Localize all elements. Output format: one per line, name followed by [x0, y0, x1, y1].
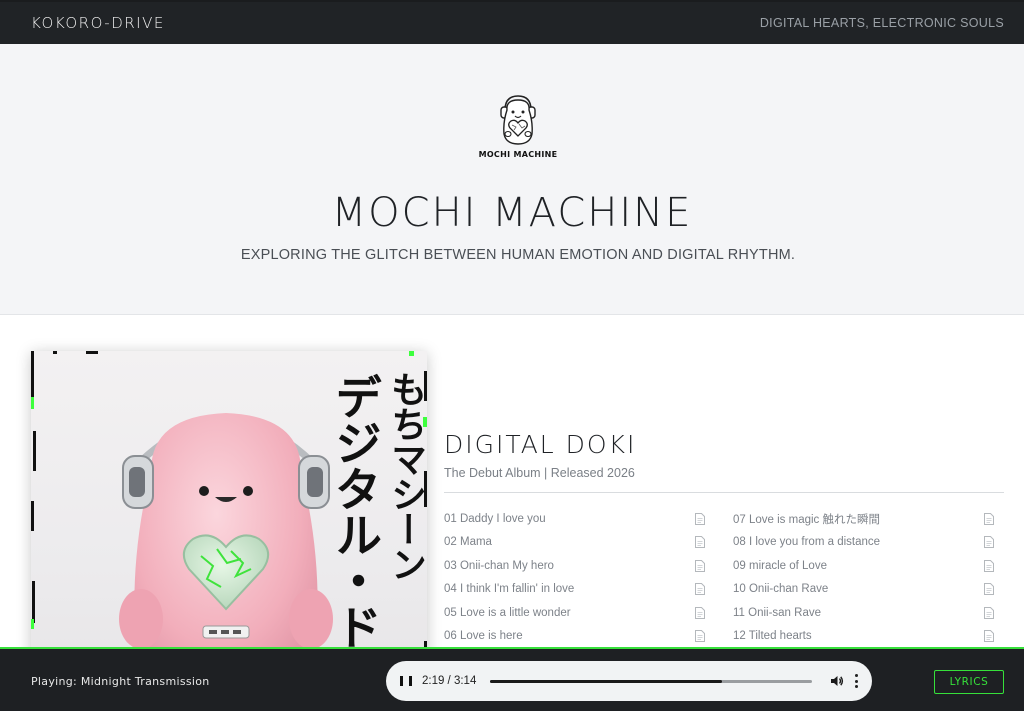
track-item[interactable]: 04 I think I'm fallin' in love — [444, 578, 707, 602]
track-title: 01 Daddy I love you — [444, 512, 546, 525]
glitch-mark — [53, 351, 57, 354]
top-nav: KOKORO-DRIVE DIGITAL HEARTS, ELECTRONIC … — [0, 0, 1024, 44]
track-title: 12 Tilted hearts — [733, 630, 812, 643]
now-playing: Playing: Midnight Transmission — [31, 675, 210, 688]
player-bar: Playing: Midnight Transmission 2:19 / 3:… — [0, 647, 1024, 711]
track-item[interactable]: 12 Tilted hearts — [733, 625, 996, 649]
track-item[interactable]: 06 Love is here — [444, 625, 707, 649]
page-subtitle: EXPLORING THE GLITCH BETWEEN HUMAN EMOTI… — [240, 247, 796, 263]
tracklist: 01 Daddy I love you 07 Love is magic 触れた… — [444, 507, 1004, 648]
lyrics-doc-icon[interactable] — [695, 583, 705, 596]
track-title: 08 I love you from a distance — [733, 536, 881, 549]
track-item[interactable]: 03 Onii-chan My hero — [444, 554, 707, 578]
lyrics-doc-icon[interactable] — [695, 606, 705, 619]
track-item[interactable]: 08 I love you from a distance — [733, 531, 996, 555]
playback-time: 2:19 / 3:14 — [421, 675, 477, 687]
more-options-icon[interactable] — [854, 674, 858, 688]
lyrics-doc-icon[interactable] — [695, 512, 705, 525]
lyrics-doc-icon[interactable] — [695, 630, 705, 643]
lyrics-doc-icon[interactable] — [984, 536, 994, 549]
lyrics-button[interactable]: LYRICS — [934, 670, 1004, 694]
glitch-mark — [33, 431, 36, 471]
glitch-mark — [32, 581, 35, 623]
album-meta: The Debut Album | Released 2026 — [444, 466, 635, 480]
divider — [444, 492, 1004, 493]
lyrics-doc-icon[interactable] — [984, 559, 994, 572]
audio-player: 2:19 / 3:14 — [386, 661, 872, 701]
lyrics-doc-icon[interactable] — [984, 583, 994, 596]
track-title: 07 Love is magic 触れた瞬間 — [733, 513, 880, 526]
track-title: 02 Mama — [444, 536, 492, 549]
page-title: MOCHI MACHINE — [331, 190, 693, 236]
lyrics-doc-icon[interactable] — [695, 536, 705, 549]
site-tagline: DIGITAL HEARTS, ELECTRONIC SOULS — [759, 16, 1004, 30]
glitch-mark — [31, 619, 34, 629]
glitch-mark — [31, 397, 34, 409]
mochi-mascot-icon — [500, 95, 536, 145]
track-title: 11 Onii-san Rave — [733, 606, 821, 619]
album-title: DIGITAL DOKI — [444, 430, 637, 459]
lyrics-doc-icon[interactable] — [984, 512, 994, 525]
track-title: 04 I think I'm fallin' in love — [444, 583, 575, 596]
glitch-mark — [31, 351, 34, 399]
band-logo: MOCHI MACHINE — [474, 90, 562, 166]
seek-progress — [490, 679, 722, 683]
track-item[interactable]: 01 Daddy I love you — [444, 507, 707, 531]
track-title: 09 miracle of Love — [733, 559, 827, 572]
lyrics-doc-icon[interactable] — [695, 559, 705, 572]
track-title: 03 Onii-chan My hero — [444, 559, 554, 572]
lyrics-doc-icon[interactable] — [984, 606, 994, 619]
track-title: 10 Onii-chan Rave — [733, 583, 829, 596]
track-title: 06 Love is here — [444, 630, 523, 643]
glitch-mark — [31, 501, 34, 531]
track-item[interactable]: 09 miracle of Love — [733, 554, 996, 578]
glitch-mark — [409, 351, 414, 356]
lyrics-doc-icon[interactable] — [984, 630, 994, 643]
glitch-mark — [86, 351, 98, 354]
track-item[interactable]: 10 Onii-chan Rave — [733, 578, 996, 602]
track-item[interactable]: 07 Love is magic 触れた瞬間 — [733, 507, 996, 531]
brand-link[interactable]: KOKORO-DRIVE — [31, 14, 165, 32]
pause-icon[interactable] — [400, 675, 412, 687]
track-item[interactable]: 11 Onii-san Rave — [733, 601, 996, 625]
track-item[interactable]: 02 Mama — [444, 531, 707, 555]
cover-band-name: もちマシーン — [385, 371, 426, 581]
seek-bar[interactable] — [490, 679, 813, 683]
album-info: DIGITAL DOKI The Debut Album | Released … — [444, 430, 1004, 493]
track-item[interactable]: 05 Love is a little wonder — [444, 601, 707, 625]
volume-icon[interactable] — [830, 674, 844, 688]
track-title: 05 Love is a little wonder — [444, 606, 571, 619]
hero-banner: MOCHI MACHINE MOCHI MACHINE EXPLORING TH… — [0, 44, 1024, 315]
logo-label: MOCHI MACHINE — [478, 150, 558, 159]
